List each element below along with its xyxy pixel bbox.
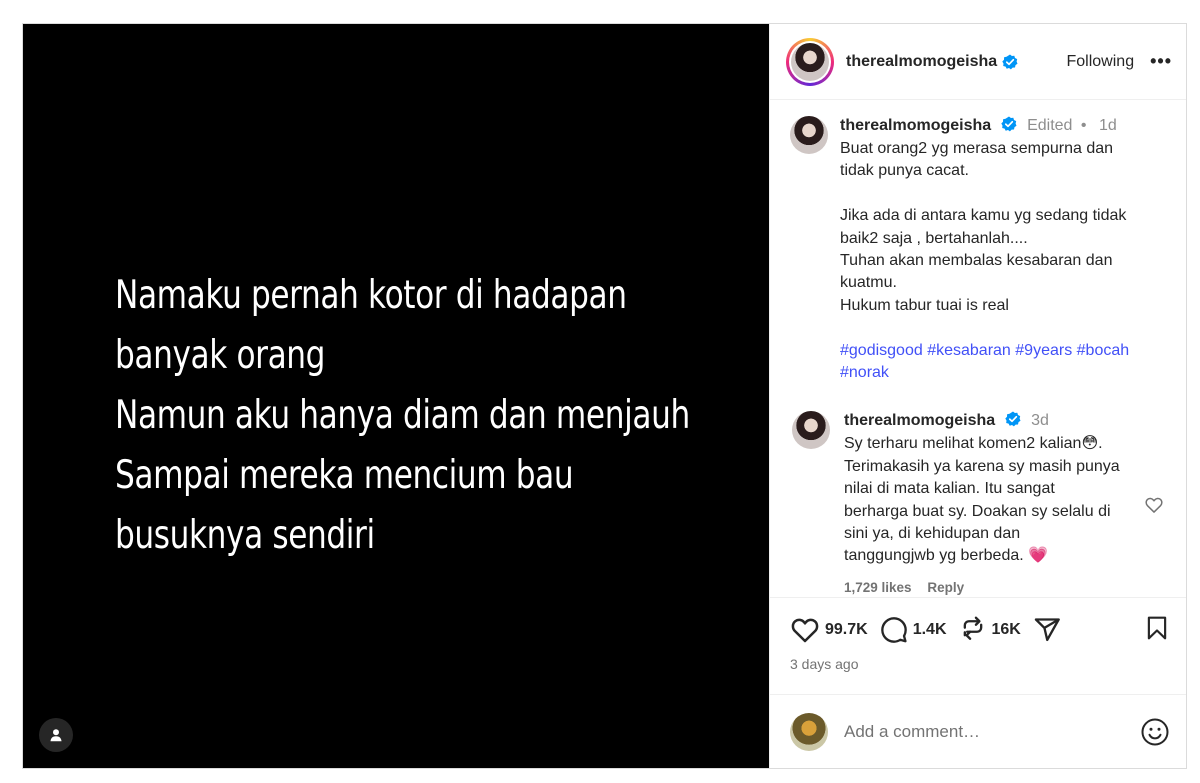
avatar[interactable] [792,411,830,450]
caption-line: baik2 saja , bertahanlah.... [840,229,1028,247]
media-text-line: Namaku pernah kotor di hadapan [115,273,627,318]
user-icon [50,729,62,742]
comment-bar [770,694,1186,768]
comment-time[interactable]: 3d [1031,412,1049,429]
caption-line: tidak punya cacat. [840,162,969,180]
caption-line: kuatmu. [840,274,897,292]
post-media[interactable]: Namaku pernah kotor di hadapan banyak or… [23,24,769,768]
like-button[interactable]: 99.7K [790,615,868,645]
comment-line: sini ya, di kehidupan dan [844,525,1021,543]
comment-line: Terimakasih ya karena sy masih punya [844,457,1120,475]
comment-bubble-icon [880,617,907,643]
comment-input[interactable] [842,720,1140,743]
caption-time[interactable]: 1d [1099,117,1117,134]
caption-username[interactable]: therealmomogeisha [840,117,991,134]
hashtag-link[interactable]: #godisgood [840,342,923,359]
hashtag-link[interactable]: #bocah [1077,342,1130,359]
media-text-line: banyak orang [115,333,326,378]
following-button[interactable]: Following [1067,53,1135,71]
reply-button[interactable]: Reply [927,580,964,595]
comment-likes[interactable]: 1,729 likes [844,580,912,595]
share-icon [1034,618,1060,642]
comment-count[interactable]: 1.4K [913,621,947,639]
like-count[interactable]: 99.7K [825,621,868,639]
comment-username[interactable]: therealmomogeisha [844,412,995,429]
avatar[interactable] [790,116,828,154]
comments-section[interactable]: therealmomogeisha Edited • 1d Buat orang… [770,100,1186,597]
caption-line: Tuhan akan membalas kesabaran dan [840,252,1113,270]
heart-icon [791,618,819,643]
story-ring[interactable] [786,37,834,86]
avatar [791,42,829,81]
hashtag-link[interactable]: #norak [840,364,889,381]
post-sidebar: therealmomogeisha Following ••• therealm… [769,24,1186,768]
tagged-users-button[interactable] [39,718,73,752]
bookmark-icon [1147,616,1167,639]
caption: therealmomogeisha Edited • 1d Buat orang… [790,116,1170,384]
post-dialog: Namaku pernah kotor di hadapan banyak or… [22,23,1187,769]
comment-line: Sy terharu melihat komen2 kalian😳. [844,435,1103,453]
repost-icon [963,616,982,640]
post-date[interactable]: 3 days ago [790,656,1170,672]
repost-button[interactable]: 16K [959,616,1021,644]
post-header: therealmomogeisha Following ••• [770,24,1186,100]
comment-line: berharga buat sy. Doakan sy selalu di [844,502,1111,520]
edited-label: Edited [1027,117,1073,134]
verified-badge-icon [1002,54,1018,69]
save-button[interactable] [1144,614,1170,647]
hashtag-link[interactable]: #9years [1015,342,1072,359]
share-button[interactable] [1033,616,1061,644]
current-user-avatar [790,712,828,751]
more-options-button[interactable]: ••• [1150,51,1172,72]
comment-line: tanggungjwb yg berbeda. 💗 [844,547,1049,565]
emoji-icon[interactable] [1140,717,1170,747]
header-username[interactable]: therealmomogeisha [846,53,997,71]
caption-line: Buat orang2 yg merasa sempurna dan [840,140,1114,157]
caption-line: Hukum tabur tuai is real [840,296,1009,314]
caption-line: Jika ada di antara kamu yg sedang tidak [840,207,1127,225]
comment-button[interactable]: 1.4K [880,616,947,644]
media-text-line: busuknya sendiri [115,513,375,558]
media-text: Namaku pernah kotor di hadapan banyak or… [115,266,690,566]
like-comment-heart-icon[interactable] [1144,495,1164,515]
separator-dot: • [1080,117,1087,134]
hashtag-link[interactable]: #kesabaran [927,342,1011,359]
comment-line: nilai di mata kalian. Itu sangat [844,480,1055,498]
verified-badge-icon [1000,116,1017,132]
verified-badge-icon [1004,411,1021,427]
comment-item: therealmomogeisha 3d Sy terharu melihat … [790,411,1170,595]
hashtags: #godisgood #kesabaran #9years #bocah #no… [840,340,1170,385]
media-text-line: Sampai mereka mencium bau [115,453,574,498]
media-text-line: Namun aku hanya diam dan menjauh [115,393,690,438]
repost-count[interactable]: 16K [992,621,1021,639]
actions-bar: 99.7K 1.4K 16K 3 days ago [770,597,1186,694]
